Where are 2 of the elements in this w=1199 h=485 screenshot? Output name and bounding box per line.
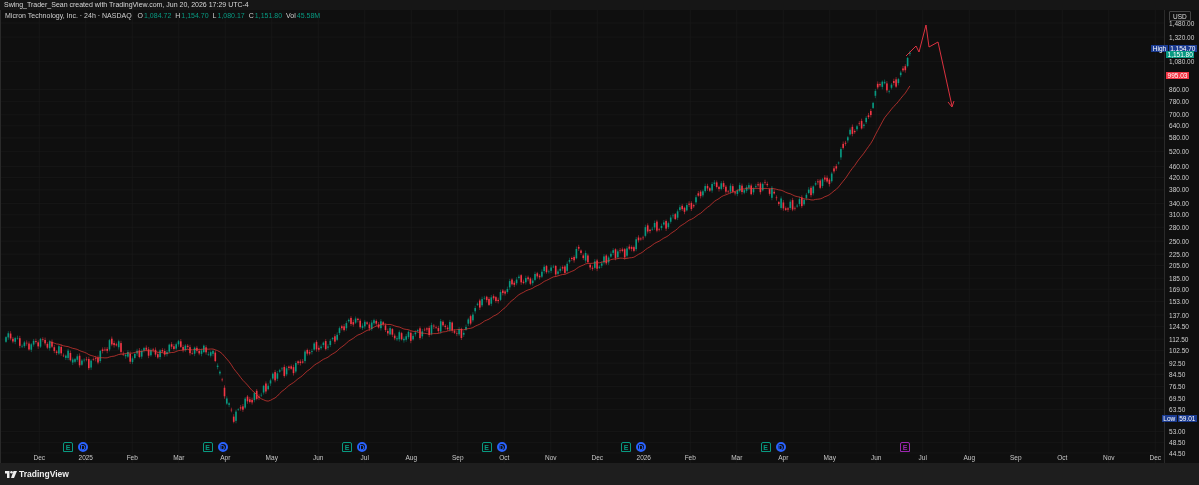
brand-name[interactable]: TradingView xyxy=(19,469,69,479)
logo-icon xyxy=(5,470,17,478)
